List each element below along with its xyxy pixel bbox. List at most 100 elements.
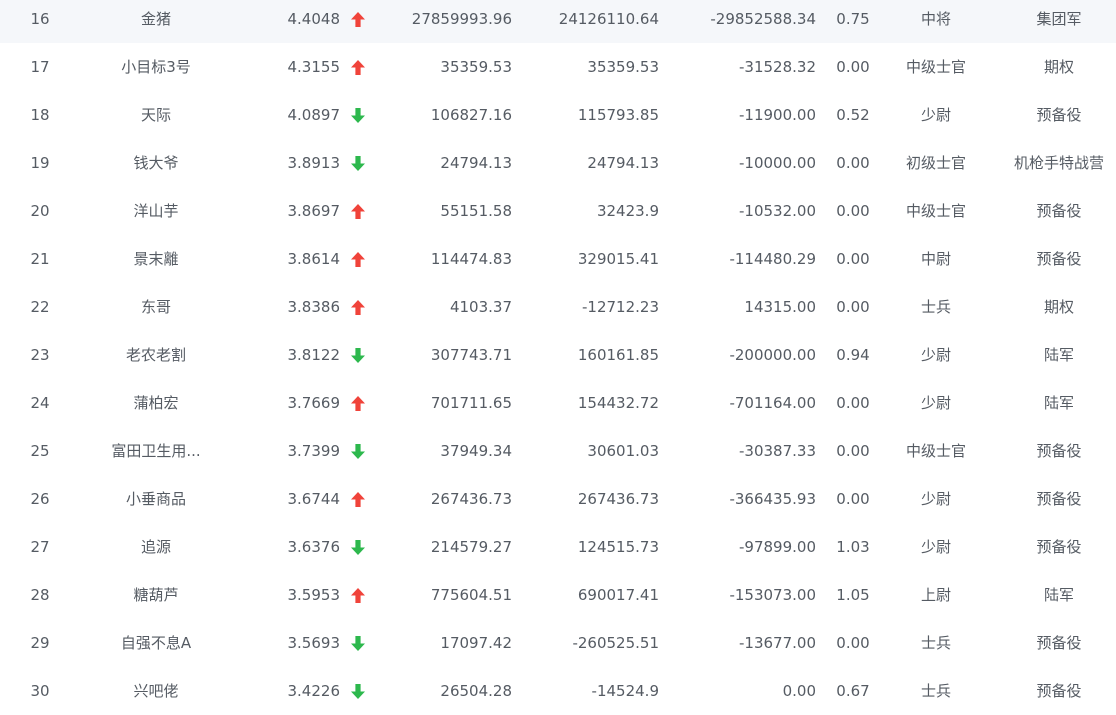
name-cell[interactable]: 糖葫芦 (96, 571, 216, 619)
score-cell: 4.4048 (287, 10, 341, 28)
name-cell[interactable]: 蒲柏宏 (96, 379, 216, 427)
table-row[interactable]: 17 小目标3号 4.3155 35359.53 35359.53 -31528.32 0.… (0, 43, 1116, 91)
table-row[interactable]: 19 钱大爷 3.8913 24794.13 24794.13 -10000.00 0.00… (0, 139, 1116, 187)
value2-cell: -260525.51 (572, 634, 659, 652)
name-cell[interactable]: 钱大爷 (96, 139, 216, 187)
value1-cell: 701711.65 (430, 394, 512, 412)
value3-cell: -114480.29 (729, 250, 816, 268)
value2-cell: 35359.53 (587, 58, 659, 76)
ratio-cell: 0.67 (836, 682, 870, 700)
name-cell[interactable]: 金猪 (96, 0, 216, 43)
table-row[interactable]: 26 小垂商品 3.6744 267436.73 267436.73 -366435.93… (0, 475, 1116, 523)
level-cell: 少尉 (920, 394, 951, 412)
group-cell: 预备役 (1036, 106, 1082, 124)
ratio-cell: 0.00 (836, 490, 870, 508)
name-cell[interactable]: 自强不息A (96, 619, 216, 667)
name-cell[interactable]: 东哥 (96, 283, 216, 331)
score-cell: 3.6744 (287, 490, 341, 508)
value3-cell: -29852588.34 (710, 10, 816, 28)
value3-cell: -13677.00 (739, 634, 816, 652)
name-cell[interactable]: 景末離 (96, 235, 216, 283)
name-cell[interactable]: 天际 (96, 91, 216, 139)
ranking-table: 16 金猪 4.4048 27859993.96 24126110.64 -2985258… (0, 0, 1116, 715)
arrow-down-icon (348, 139, 368, 187)
arrow-down-icon (348, 619, 368, 667)
level-cell: 士兵 (920, 682, 951, 700)
table-row[interactable]: 28 糖葫芦 3.5953 775604.51 690017.41 -153073.00 1… (0, 571, 1116, 619)
value3-cell: -97899.00 (739, 538, 816, 556)
ratio-cell: 0.00 (836, 250, 870, 268)
value1-cell: 24794.13 (440, 154, 512, 172)
level-cell: 少尉 (920, 106, 951, 124)
score-cell: 3.5693 (287, 634, 341, 652)
table-row[interactable]: 18 天际 4.0897 106827.16 115793.85 -11900.00 0.5… (0, 91, 1116, 139)
group-cell: 预备役 (1036, 682, 1082, 700)
table-row[interactable]: 25 富田卫生用... 3.7399 37949.34 30601.03 -30387.3… (0, 427, 1116, 475)
value1-cell: 114474.83 (430, 250, 512, 268)
table-row[interactable]: 22 东哥 3.8386 4103.37 -12712.23 14315.00 0.00 士兵… (0, 283, 1116, 331)
arrow-up-icon (348, 571, 368, 619)
name-cell[interactable]: 富田卫生用... (96, 427, 216, 475)
score-cell: 3.5953 (287, 586, 341, 604)
ratio-cell: 1.03 (836, 538, 870, 556)
rank-cell: 24 (30, 394, 50, 412)
group-cell: 期权 (1043, 298, 1074, 316)
value2-cell: 160161.85 (577, 346, 659, 364)
value3-cell: -10000.00 (739, 154, 816, 172)
score-cell: 3.7669 (287, 394, 341, 412)
name-cell[interactable]: 小目标3号 (96, 43, 216, 91)
level-cell: 士兵 (920, 634, 951, 652)
value1-cell: 35359.53 (440, 58, 512, 76)
level-cell: 少尉 (920, 490, 951, 508)
group-cell: 期权 (1043, 58, 1074, 76)
name-cell[interactable]: 兴吧佬 (96, 667, 216, 715)
level-cell: 中级士官 (905, 58, 966, 76)
value3-cell: -701164.00 (729, 394, 816, 412)
group-cell: 机枪手特战营 (1013, 154, 1104, 172)
arrow-up-icon (348, 43, 368, 91)
arrow-down-icon (348, 523, 368, 571)
level-cell: 上尉 (920, 586, 951, 604)
ratio-cell: 0.00 (836, 442, 870, 460)
table-row[interactable]: 23 老农老割 3.8122 307743.71 160161.85 -200000.00… (0, 331, 1116, 379)
rank-cell: 17 (30, 58, 50, 76)
value2-cell: 690017.41 (577, 586, 659, 604)
value2-cell: -14524.9 (591, 682, 659, 700)
level-cell: 中尉 (920, 250, 951, 268)
arrow-up-icon (348, 475, 368, 523)
value3-cell: -366435.93 (729, 490, 816, 508)
group-cell: 预备役 (1036, 538, 1082, 556)
value1-cell: 106827.16 (430, 106, 512, 124)
table-row[interactable]: 16 金猪 4.4048 27859993.96 24126110.64 -2985258… (0, 0, 1116, 43)
score-cell: 3.8913 (287, 154, 341, 172)
value3-cell: -11900.00 (739, 106, 816, 124)
value1-cell: 17097.42 (440, 634, 512, 652)
arrow-down-icon (348, 91, 368, 139)
group-cell: 预备役 (1036, 442, 1082, 460)
group-cell: 预备役 (1036, 202, 1082, 220)
name-cell[interactable]: 洋山芋 (96, 187, 216, 235)
group-cell: 预备役 (1036, 634, 1082, 652)
arrow-up-icon (348, 379, 368, 427)
name-cell[interactable]: 小垂商品 (96, 475, 216, 523)
value3-cell: -10532.00 (739, 202, 816, 220)
table-row[interactable]: 24 蒲柏宏 3.7669 701711.65 154432.72 -701164.00 0… (0, 379, 1116, 427)
value1-cell: 775604.51 (430, 586, 512, 604)
table-row[interactable]: 21 景末離 3.8614 114474.83 329015.41 -114480.29 0… (0, 235, 1116, 283)
table-row[interactable]: 27 追源 3.6376 214579.27 124515.73 -97899.00 1.0… (0, 523, 1116, 571)
value3-cell: 0.00 (782, 682, 816, 700)
score-cell: 3.8614 (287, 250, 341, 268)
rank-cell: 28 (30, 586, 50, 604)
value2-cell: 115793.85 (577, 106, 659, 124)
value2-cell: 267436.73 (577, 490, 659, 508)
table-row[interactable]: 30 兴吧佬 3.4226 26504.28 -14524.9 0.00 0.67 士兵 预备役 (0, 667, 1116, 715)
level-cell: 初级士官 (905, 154, 966, 172)
name-cell[interactable]: 老农老割 (96, 331, 216, 379)
value3-cell: -200000.00 (729, 346, 816, 364)
name-cell[interactable]: 追源 (96, 523, 216, 571)
rank-cell: 30 (30, 682, 50, 700)
level-cell: 中级士官 (905, 202, 966, 220)
score-cell: 3.8697 (287, 202, 341, 220)
table-row[interactable]: 20 洋山芋 3.8697 55151.58 32423.9 -10532.00 0.00 中… (0, 187, 1116, 235)
table-row[interactable]: 29 自强不息A 3.5693 17097.42 -260525.51 -13677.00… (0, 619, 1116, 667)
